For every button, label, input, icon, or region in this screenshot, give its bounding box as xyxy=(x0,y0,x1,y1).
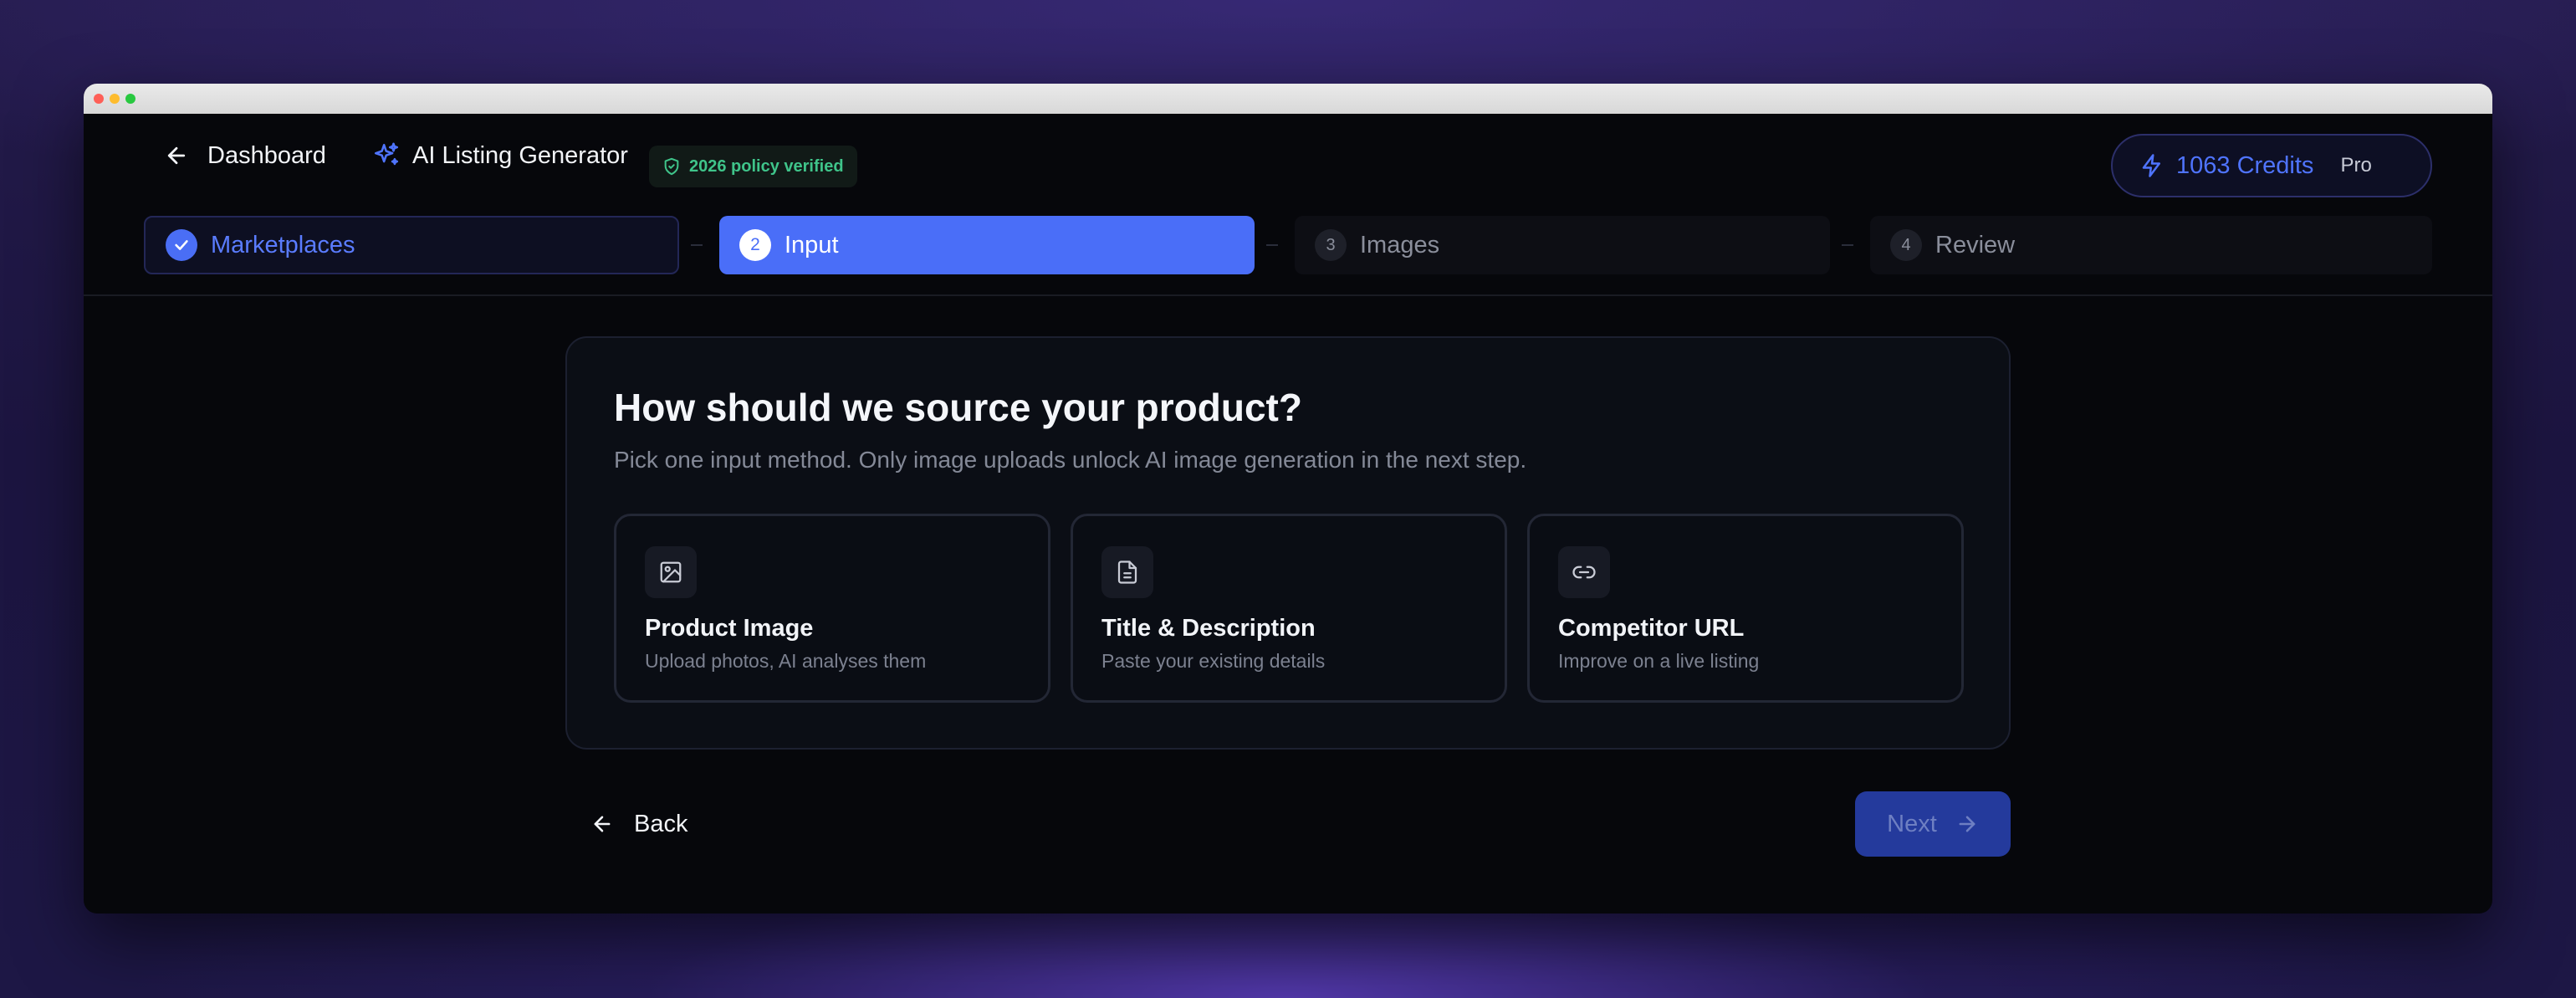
step-marketplaces[interactable]: Marketplaces xyxy=(144,216,679,274)
step-number: 2 xyxy=(739,229,771,261)
dashboard-label: Dashboard xyxy=(207,141,326,169)
credits-count: 1063 Credits xyxy=(2176,151,2314,179)
window-titlebar xyxy=(84,84,2492,114)
header-divider xyxy=(84,294,2492,296)
step-number: 4 xyxy=(1890,229,1922,261)
policy-badge: 2026 policy verified xyxy=(649,146,857,187)
app-title: AI Listing Generator xyxy=(372,134,628,177)
option-description: Improve on a live listing xyxy=(1558,650,1760,672)
option-title-description[interactable]: Title & Description Paste your existing … xyxy=(1071,514,1507,703)
close-window-dot[interactable] xyxy=(94,94,104,104)
top-bar: Dashboard AI Listing Generator 2026 poli… xyxy=(84,114,2492,197)
minimize-window-dot[interactable] xyxy=(110,94,120,104)
option-competitor-url[interactable]: Competitor URL Improve on a live listing xyxy=(1527,514,1964,703)
step-label: Review xyxy=(1935,231,2016,258)
arrow-right-icon xyxy=(1959,816,1975,832)
option-title: Product Image xyxy=(645,615,814,642)
arrow-left-icon xyxy=(167,146,186,165)
back-button[interactable]: Back xyxy=(590,795,687,853)
step-input[interactable]: 2 Input xyxy=(719,216,1255,274)
step-label: Marketplaces xyxy=(211,231,355,258)
link-icon xyxy=(1558,546,1610,598)
option-title: Title & Description xyxy=(1101,615,1316,642)
next-button[interactable]: Next xyxy=(1855,791,2011,857)
app-title-text: AI Listing Generator xyxy=(412,141,628,169)
step-connector xyxy=(691,244,703,246)
dashboard-back-link[interactable]: Dashboard xyxy=(164,134,326,177)
app-window: Dashboard AI Listing Generator 2026 poli… xyxy=(84,84,2492,914)
shield-check-icon xyxy=(664,157,679,176)
back-button-label: Back xyxy=(634,810,688,837)
step-connector xyxy=(1266,244,1278,246)
next-button-label: Next xyxy=(1887,810,1937,837)
step-review[interactable]: 4 Review xyxy=(1870,216,2432,274)
step-number: 3 xyxy=(1315,229,1347,261)
option-description: Upload photos, AI analyses them xyxy=(645,650,927,672)
option-product-image[interactable]: Product Image Upload photos, AI analyses… xyxy=(614,514,1050,703)
page-subtitle: Pick one input method. Only image upload… xyxy=(614,447,1527,473)
document-icon xyxy=(1101,546,1153,598)
sparkles-icon xyxy=(374,142,399,166)
image-icon xyxy=(645,546,697,598)
page-title: How should we source your product? xyxy=(614,386,1302,429)
step-label: Images xyxy=(1360,231,1440,258)
maximize-window-dot[interactable] xyxy=(125,94,135,104)
option-description: Paste your existing details xyxy=(1101,650,1326,672)
step-images[interactable]: 3 Images xyxy=(1295,216,1830,274)
arrow-left-icon xyxy=(594,816,611,832)
lightning-icon xyxy=(2142,154,2160,177)
check-icon xyxy=(166,229,197,261)
credits-pill[interactable]: 1063 Credits Pro xyxy=(2111,134,2432,197)
source-card: How should we source your product? Pick … xyxy=(565,336,2011,750)
plan-label: Pro xyxy=(2340,154,2372,177)
stepper: Marketplaces 2 Input 3 Images 4 Review xyxy=(144,216,2432,274)
step-label: Input xyxy=(785,231,839,258)
step-connector xyxy=(1842,244,1853,246)
policy-badge-text: 2026 policy verified xyxy=(689,156,844,176)
option-title: Competitor URL xyxy=(1558,615,1745,642)
